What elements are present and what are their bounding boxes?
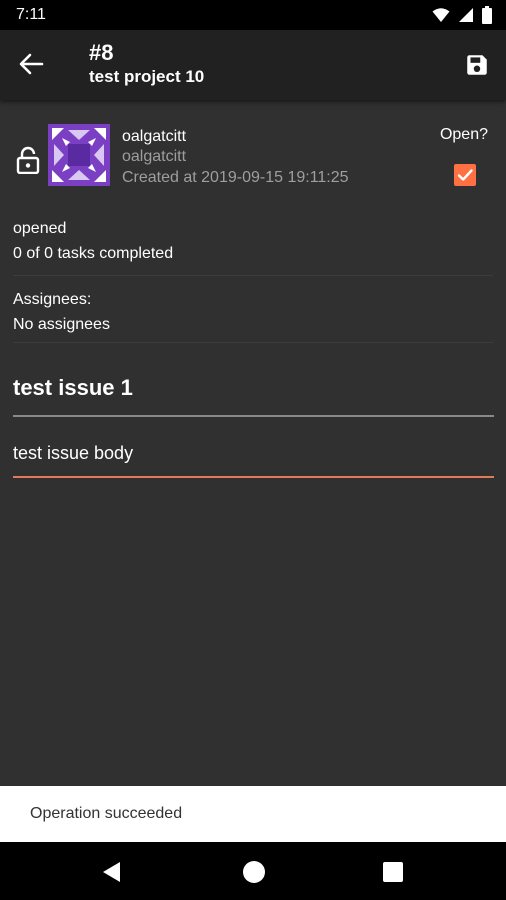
nav-home-icon[interactable] <box>243 861 265 883</box>
back-button[interactable] <box>18 52 50 78</box>
status-bar: 7:11 <box>0 0 506 30</box>
divider <box>13 342 493 343</box>
wifi-icon <box>432 8 450 22</box>
save-button[interactable] <box>464 52 490 78</box>
author-row: oalgatcitt oalgatcitt Created at 2019-09… <box>0 124 506 194</box>
body-underline <box>13 476 494 478</box>
issue-number: #8 <box>89 40 114 65</box>
navigation-bar <box>0 842 506 900</box>
issue-state: opened <box>13 220 67 237</box>
title-underline <box>13 415 494 417</box>
snackbar-message: Operation succeeded <box>30 805 183 822</box>
author-name: oalgatcitt <box>122 128 187 145</box>
issue-title-field[interactable]: test issue 1 <box>13 370 494 417</box>
divider <box>13 275 493 276</box>
avatar <box>48 124 110 186</box>
state-block: opened 0 of 0 tasks completed <box>13 216 173 266</box>
lock-open-icon[interactable] <box>16 146 40 174</box>
open-label: Open? <box>439 126 488 143</box>
status-time: 7:11 <box>16 6 46 23</box>
assignees-value: No assignees <box>13 316 110 333</box>
project-name: test project 10 <box>89 67 205 86</box>
arrow-back-icon <box>19 53 44 75</box>
app-bar-title: #8 test project 10 <box>89 40 204 88</box>
issue-body-input[interactable]: test issue body <box>13 440 494 466</box>
tasks-progress: 0 of 0 tasks completed <box>13 245 174 262</box>
assignees-block: Assignees: No assignees <box>13 287 110 337</box>
status-icons <box>432 6 492 24</box>
app-bar: #8 test project 10 <box>0 30 506 100</box>
checkmark-icon <box>457 169 473 181</box>
cellular-icon <box>459 8 473 22</box>
author-username: oalgatcitt <box>122 148 187 165</box>
save-icon <box>467 55 487 75</box>
issue-title-input[interactable]: test issue 1 <box>13 370 494 406</box>
assignees-label: Assignees: <box>13 291 92 308</box>
open-checkbox[interactable] <box>454 164 476 186</box>
nav-recents-icon[interactable] <box>383 862 403 882</box>
snackbar: Operation succeeded <box>0 786 506 842</box>
created-at: Created at 2019-09-15 19:11:25 <box>122 169 349 186</box>
battery-icon <box>482 6 492 24</box>
issue-body-field[interactable]: test issue body <box>13 440 494 478</box>
nav-back-icon[interactable] <box>100 860 124 884</box>
